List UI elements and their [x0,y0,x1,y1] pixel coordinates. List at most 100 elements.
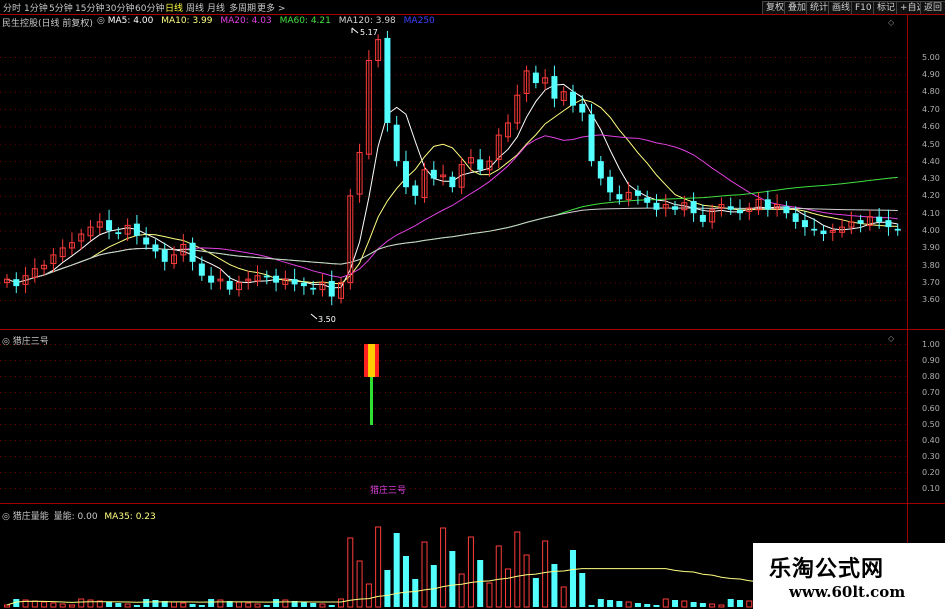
candle-body [430,169,437,179]
high-marker-arrow [351,27,359,34]
watermark-title: 乐淘公式网 [769,557,885,582]
volume-bar [449,551,456,607]
volume-bar [4,604,10,608]
low-marker [310,313,318,320]
candle-body [876,216,883,222]
candlesticks [4,30,901,306]
candle-body [300,282,307,287]
diamond-icon: ◇ [888,334,895,343]
candle-body [106,220,113,231]
volume-bar [68,604,75,608]
candle-body [273,275,280,283]
volume-bar [681,600,688,608]
volume-bar [217,599,224,608]
volume-bar [616,601,623,607]
volume-bar [607,600,614,607]
candle-body [736,209,743,214]
volume-bar [31,600,38,608]
candle-body [13,279,20,287]
volume-bar [347,537,354,608]
volume-bar [310,603,317,607]
candle-body [894,228,901,231]
ind1-signal-green [370,377,373,425]
candle-body [672,206,679,210]
volume-bar [319,603,326,608]
volume-bar [727,599,734,607]
candle-body [402,161,409,188]
volume-bar [486,582,493,608]
candle-body [616,194,623,200]
volume-bar [458,573,465,608]
volume-bar [625,601,632,608]
candle-body [634,190,641,196]
candle-body [551,76,558,99]
candle-body [801,220,808,228]
candle-body [189,242,196,262]
volume-bar [263,605,270,607]
volume-bar [505,568,512,608]
volume-bar [699,603,706,607]
volume-bar [588,605,595,607]
candle-body [579,103,586,113]
volume-bar [634,603,641,607]
candle-body [133,223,140,236]
ma60-line [6,176,898,284]
candle-body [291,279,298,285]
volume-bar [560,586,567,608]
volume-bar [143,599,150,607]
gridlines [0,57,907,489]
candle-body [198,263,205,276]
volume-bar [328,605,335,607]
volume-bar [152,600,159,607]
volume-bar [653,605,660,607]
candle-body [764,199,771,210]
volume-bar [662,598,669,608]
watermark: 乐淘公式网 www.60lt.com [753,543,945,609]
volume-bar [736,600,743,607]
volume-bar [254,603,261,608]
diamond-icon: ◇ [888,18,895,27]
candle-body [792,213,799,222]
volume-bar [579,573,586,607]
volume-bar [542,540,549,608]
volume-bar [393,533,400,607]
volume-bar [430,565,437,607]
volume-bar [245,602,252,608]
volume-bar [356,560,363,608]
candle-body [727,206,734,210]
candle-body [208,275,215,283]
volume-bar [440,527,447,608]
candle-body [393,124,400,162]
volume-bar [106,602,113,607]
volume-bar [402,556,409,607]
volume-bar [171,601,178,608]
candle-body [607,176,614,193]
candle-body [226,280,233,290]
candle-body [588,114,595,162]
volume-bar [718,604,725,608]
volume-bar [41,601,48,608]
volume-bar [198,605,205,607]
volume-bar [365,583,372,608]
volume-bar [421,541,428,608]
volume-bar [384,570,391,607]
candle-body [263,275,270,278]
candle-body [885,220,892,228]
volume-bar [124,603,131,608]
candle-body [811,228,818,231]
volume-bar [672,600,679,607]
candle-body [820,230,827,235]
candle-body [857,220,864,224]
volume-bar [597,599,604,607]
volume-bar [235,601,242,608]
candle-body [115,232,122,235]
candle-body [449,176,456,188]
volume-bar [59,603,66,608]
candle-body [690,201,697,214]
chart-canvas[interactable]: 5.17 3.50 ◇ ◇ [0,0,945,609]
ind1-signal-yellow [368,344,375,377]
volume-bar [282,599,289,608]
watermark-url: www.60lt.com [789,583,906,601]
volume-bar [50,602,57,608]
volume-bar [273,599,280,607]
